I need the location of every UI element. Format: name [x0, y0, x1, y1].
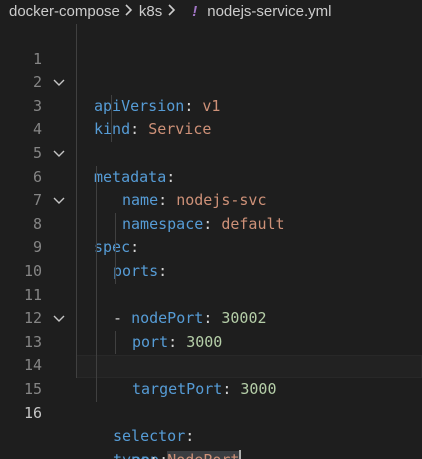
chevron-right-icon: [164, 3, 178, 19]
indent-guide: [115, 330, 116, 355]
code-line[interactable]: 4 name: nodejs-svc: [0, 94, 422, 209]
indent-guide: [115, 236, 116, 260]
indent-guide: [76, 212, 77, 237]
indent-guide: [96, 165, 97, 190]
indent-guide: [76, 259, 77, 284]
indent-guide: [96, 377, 97, 402]
indent-guide: [76, 118, 77, 142]
indent-guide: [111, 118, 112, 142]
highlighted-word: NodePort: [167, 450, 240, 459]
code-line[interactable]: 2 kind: Service: [0, 47, 422, 138]
code-editor[interactable]: 1 apiVersion: v1 2 kind: Service 3 metad…: [0, 24, 422, 459]
indent-guide: [96, 354, 97, 378]
code-line[interactable]: 12: [0, 283, 422, 327]
code-line-active[interactable]: 16 type: NodePort: [0, 377, 422, 459]
breadcrumb-file[interactable]: nodejs-service.yml: [207, 3, 331, 20]
indent-guide: [76, 330, 77, 355]
code-line[interactable]: 15: [0, 354, 422, 398]
code-line[interactable]: 14 app: nodejs: [0, 330, 422, 459]
code-line[interactable]: 1 apiVersion: v1: [0, 24, 422, 115]
indent-guide: [76, 71, 77, 95]
code-line[interactable]: 13 selector:: [0, 307, 422, 445]
code-line[interactable]: 5 namespace: default: [0, 118, 422, 233]
breadcrumb-subfolder[interactable]: k8s: [136, 3, 162, 20]
indent-guide: [76, 283, 77, 308]
indent-guide: [115, 212, 116, 237]
code-line[interactable]: 9 port: 3000: [0, 212, 422, 351]
code-line[interactable]: 8 - nodePort: 30002: [0, 189, 422, 327]
indent-guide: [76, 141, 77, 166]
line-number: 16: [23, 403, 42, 422]
indent-guide: [96, 283, 97, 308]
indent-guide: [76, 354, 77, 378]
indent-guide: [115, 259, 116, 284]
indent-guide: [76, 189, 77, 213]
code-line[interactable]: 10: [0, 236, 422, 280]
indent-guide: [76, 236, 77, 260]
indent-guide: [96, 236, 97, 260]
indent-guide: [96, 307, 97, 331]
chevron-right-icon: [122, 3, 136, 19]
code-line[interactable]: 11 targetPort: 3000: [0, 259, 422, 398]
indent-guide: [96, 330, 97, 355]
indent-guide: [76, 165, 77, 190]
indent-guide: [76, 24, 77, 48]
indent-guide: [96, 212, 97, 237]
indent-guide: [76, 94, 77, 119]
indent-guide: [76, 307, 77, 331]
breadcrumb: docker-compose k8s ! nodejs-service.yml: [0, 0, 422, 22]
indent-guide: [96, 259, 97, 284]
code-line[interactable]: 7 ports:: [0, 165, 422, 280]
text-cursor: [239, 449, 242, 459]
breadcrumb-folder[interactable]: docker-compose: [0, 3, 120, 20]
indent-guide: [76, 47, 77, 72]
indent-guide: [111, 94, 112, 119]
code-text: type: NodePort: [113, 449, 242, 459]
code-line[interactable]: 6 spec:: [0, 141, 422, 256]
yaml-exclamation-icon: !: [192, 2, 198, 20]
code-line[interactable]: 3 metadata:: [0, 71, 422, 186]
code-text: selector:: [113, 427, 195, 446]
indent-guide: [96, 189, 97, 213]
